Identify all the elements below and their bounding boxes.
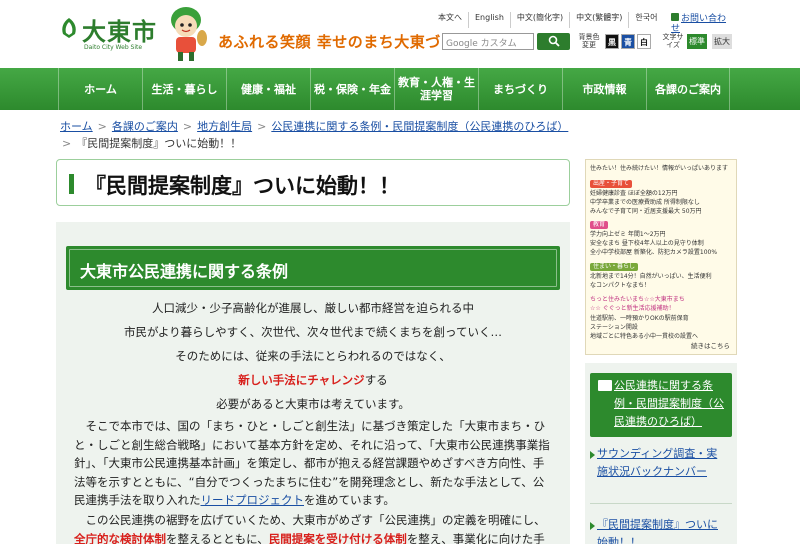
page-title: 『民間提案制度』ついに始動！！ [85, 174, 400, 198]
font-size-label: 文字サイズ [662, 33, 684, 49]
contact-link[interactable]: お問い合わせ [671, 13, 731, 34]
global-nav: ホーム 生活・暮らし 健康・福祉 税・保険・年金 教育・人権・生涯学習 まちづく… [0, 68, 800, 110]
search-input[interactable]: Google カスタム [442, 33, 534, 50]
sidebar-current-section[interactable]: 公民連携に関する条例・民間提案制度（公民連携のひろば） [590, 373, 732, 437]
city-emblem-icon [62, 18, 76, 38]
highlight-new-approach: 新しい手法にチャレンジ [238, 373, 365, 387]
bg-blue-button[interactable]: 青 [621, 34, 635, 49]
arrow-right-icon [590, 451, 595, 459]
intro-line-4: 新しい手法にチャレンジする [238, 373, 388, 387]
promo-banner[interactable]: 住みたい！住み続けたい！情報がいっぱいあります 出産・子育て 妊婦健康診査 ほぼ… [585, 159, 737, 355]
site-logo[interactable]: 大東市 Daito City Web Site [58, 12, 158, 54]
mascot-character-icon [171, 7, 207, 61]
nav-item-home[interactable]: ホーム [58, 68, 142, 110]
logo-text: 大東市 [82, 18, 157, 46]
search-button[interactable] [537, 33, 570, 50]
banner-tag-housing: 住まい・暮らし [590, 263, 639, 271]
intro-line-3: そのためには、従来の手法にとらわれるのではなく、 [175, 349, 451, 363]
breadcrumb: ホーム > 各課のご案内 > 地方創生局 > 公民連携に関する条例・民間提案制度（公民連携の… [60, 120, 569, 150]
intro-line-5: 必要があると大東市は考えています。 [216, 397, 410, 411]
intro-line-2: 市民がより暮らしやすく、次世代、次々世代まで続くまちを創っていく… [123, 325, 502, 339]
arrow-right-icon [590, 522, 595, 530]
breadcrumb-regional-revitalization[interactable]: 地方創生局 [197, 120, 252, 133]
intro-line-1: 人口減少・少子高齢化が進展し、厳しい都市経営を迫られる中 [152, 301, 474, 315]
contact-icon [671, 13, 679, 21]
section-heading: 大東市公民連携に関する条例 [66, 246, 560, 290]
title-accent-bar [69, 174, 74, 194]
body-paragraph-2: この公民連携の裾野を広げていくため、大東市がめざす「公民連携」の定義を明確にし、… [74, 513, 546, 544]
banner-tag-childcare: 出産・子育て [590, 180, 633, 188]
background-color-label: 背景色変更 [578, 33, 600, 49]
breadcrumb-home[interactable]: ホーム [60, 120, 93, 133]
site-header: 大東市 Daito City Web Site あふれる笑顔 幸せのまち大東づく… [0, 0, 800, 68]
nav-item-health-welfare[interactable]: 健康・福祉 [226, 68, 310, 110]
lang-link-skip[interactable]: 本文へ [432, 12, 469, 28]
font-size-standard-button[interactable]: 標準 [687, 34, 707, 49]
nav-item-departments[interactable]: 各課のご案内 [646, 68, 730, 110]
search-icon [548, 35, 560, 47]
sidebar-link-private-proposal[interactable]: 『民間提案制度』ついに始動！！ [597, 516, 727, 544]
main-content: 大東市公民連携に関する条例 人口減少・少子高齢化が進展し、厳しい都市経営を迫られ… [56, 222, 570, 544]
font-size-large-button[interactable]: 拡大 [712, 34, 732, 49]
page-title-box: 『民間提案制度』ついに始動！！ [56, 159, 570, 206]
nav-item-tax-insurance[interactable]: 税・保険・年金 [310, 68, 394, 110]
lang-link-simplified-chinese[interactable]: 中文(簡化字) [511, 12, 571, 28]
nav-item-city-info[interactable]: 市政情報 [562, 68, 646, 110]
lead-project-link[interactable]: リードプロジェクト [201, 493, 305, 507]
sidebar-link-sounding[interactable]: サウンディング調査・実施状況バックナンバー [597, 445, 727, 481]
folder-icon [598, 380, 612, 391]
sidebar-head-link[interactable]: 公民連携に関する条例・民間提案制度（公民連携のひろば） [614, 377, 728, 431]
site-tagline: あふれる笑顔 幸せのまち大東づくり [218, 33, 472, 51]
bg-black-button[interactable]: 黒 [605, 34, 619, 49]
breadcrumb-departments[interactable]: 各課のご案内 [112, 120, 178, 133]
breadcrumb-current: 『民間提案制度』ついに始動！！ [76, 137, 242, 150]
sidebar-menu: 公民連携に関する条例・民間提案制度（公民連携のひろば） サウンディング調査・実施… [585, 363, 737, 544]
bg-white-button[interactable]: 白 [637, 34, 651, 49]
language-links: 本文へ English 中文(簡化字) 中文(繁體字) 한국어 [432, 12, 663, 28]
body-paragraph-1: そこで本市では、国の「まち・ひと・しごと創生法」に基づき策定した「大東市まち・ひ… [74, 419, 550, 507]
nav-item-town-planning[interactable]: まちづくり [478, 68, 562, 110]
banner-tag-education: 教育 [590, 221, 609, 229]
section-heading-text: 大東市公民連携に関する条例 [80, 262, 289, 281]
nav-item-life[interactable]: 生活・暮らし [142, 68, 226, 110]
banner-more-link[interactable]: 続きはこちら [691, 340, 730, 350]
nav-item-education[interactable]: 教育・人権・生涯学習 [394, 68, 478, 110]
breadcrumb-public-private[interactable]: 公民連携に関する条例・民間提案制度（公民連携のひろば） [271, 120, 568, 133]
lang-link-english[interactable]: English [469, 12, 511, 28]
contact-label: お問い合わせ [671, 14, 727, 34]
lang-link-korean[interactable]: 한국어 [629, 12, 663, 28]
logo-subtitle: Daito City Web Site [84, 44, 143, 51]
lang-link-traditional-chinese[interactable]: 中文(繁體字) [570, 12, 630, 28]
